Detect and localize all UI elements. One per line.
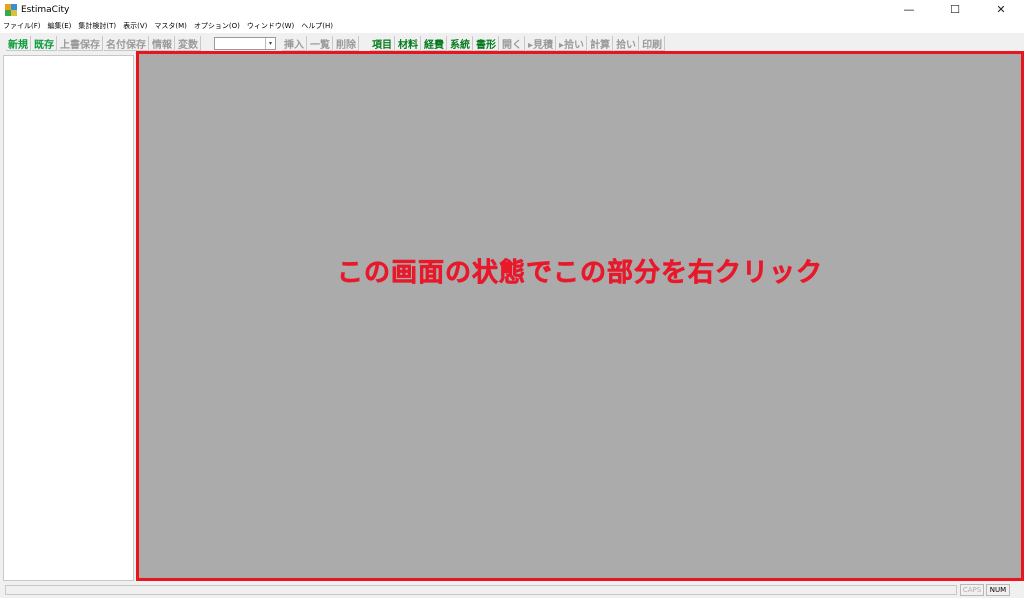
calc-button[interactable]: 計算 <box>588 36 614 51</box>
open-button[interactable]: 開く <box>500 36 525 51</box>
main-workspace[interactable]: この画面の状態でこの部分を右クリック <box>136 51 1024 581</box>
title-bar: EstimaCity — ☐ ✕ <box>0 0 1024 19</box>
instruction-annotation: この画面の状態でこの部分を右クリック <box>336 258 823 289</box>
toolbar-dropdown[interactable]: ▾ <box>214 37 276 50</box>
expense-button[interactable]: 経費 <box>422 36 447 51</box>
menu-aggregate[interactable]: 集計検討(T) <box>78 21 116 31</box>
variable-button[interactable]: 変数 <box>176 36 201 51</box>
chevron-down-icon[interactable]: ▾ <box>265 38 275 49</box>
delete-button[interactable]: 削除 <box>334 36 359 51</box>
info-button[interactable]: 情報 <box>150 36 175 51</box>
menu-edit[interactable]: 編集(E) <box>48 21 72 31</box>
save-as-button[interactable]: 名付保存 <box>104 36 149 51</box>
existing-button[interactable]: 既存 <box>32 36 57 51</box>
menu-window[interactable]: ウィンドウ(W) <box>247 21 294 31</box>
list-button[interactable]: 一覧 <box>308 36 333 51</box>
maximize-button[interactable]: ☐ <box>932 0 978 19</box>
item-button[interactable]: 項目 <box>370 36 395 51</box>
menu-options[interactable]: オプション(O) <box>194 21 240 31</box>
menu-master[interactable]: マスタ(M) <box>154 21 187 31</box>
status-bar: CAPS NUM <box>0 583 1024 598</box>
menu-bar: ファイル(F) 編集(E) 集計検討(T) 表示(V) マスタ(M) オプション… <box>0 19 1024 33</box>
menu-view[interactable]: 表示(V) <box>123 21 147 31</box>
num-indicator: NUM <box>986 584 1010 596</box>
left-tree-pane[interactable] <box>3 55 134 581</box>
app-icon <box>5 3 17 16</box>
close-button[interactable]: ✕ <box>978 0 1024 19</box>
caps-indicator: CAPS <box>960 584 984 596</box>
system-button[interactable]: 系統 <box>448 36 473 51</box>
pickup-arrow-button[interactable]: ▸拾い <box>557 36 588 51</box>
insert-button[interactable]: 挿入 <box>282 36 307 51</box>
status-message-panel <box>5 585 957 595</box>
menu-file[interactable]: ファイル(F) <box>3 21 41 31</box>
print-button[interactable]: 印刷 <box>640 36 666 51</box>
overwrite-save-button[interactable]: 上書保存 <box>58 36 103 51</box>
window-title: EstimaCity <box>21 4 70 15</box>
material-button[interactable]: 材料 <box>396 36 421 51</box>
new-button[interactable]: 新規 <box>6 36 31 51</box>
minimize-button[interactable]: — <box>886 0 932 19</box>
estimate-button[interactable]: ▸見積 <box>526 36 557 51</box>
window-controls: — ☐ ✕ <box>886 0 1024 19</box>
menu-help[interactable]: ヘルプ(H) <box>301 21 333 31</box>
pick-button[interactable]: 拾い <box>614 36 640 51</box>
form-button[interactable]: 書形 <box>474 36 499 51</box>
